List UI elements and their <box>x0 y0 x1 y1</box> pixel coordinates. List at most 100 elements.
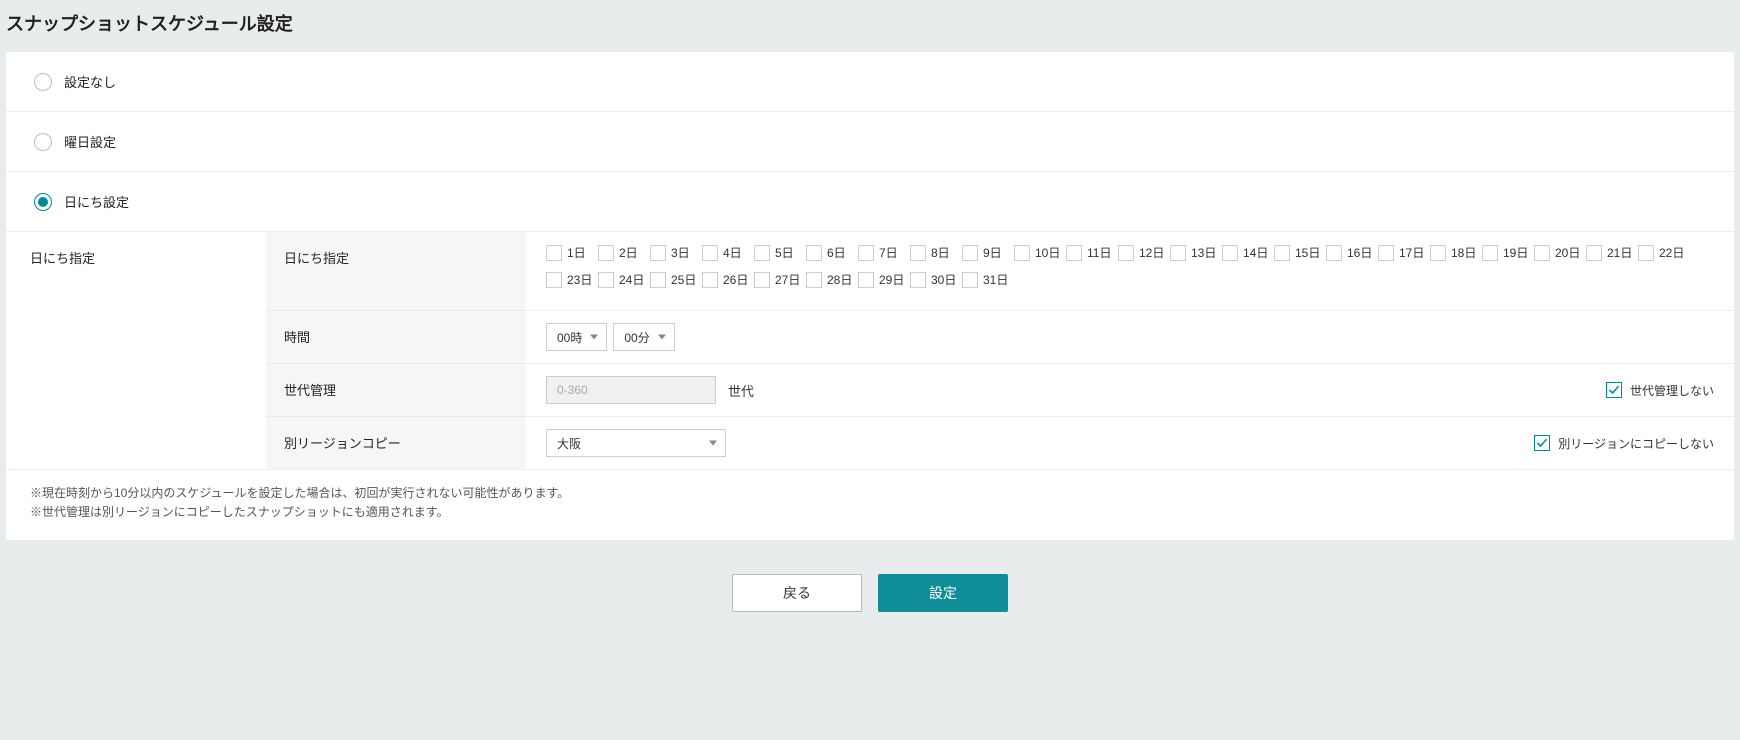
region-select[interactable]: 大阪 <box>546 429 726 457</box>
radio-option-date[interactable]: 日にち設定 <box>6 172 1734 232</box>
day-checkbox-6[interactable]: 6日 <box>806 244 858 261</box>
radio-option-none[interactable]: 設定なし <box>6 52 1734 112</box>
day-checkbox-17[interactable]: 17日 <box>1378 244 1430 261</box>
day-checkbox-18[interactable]: 18日 <box>1430 244 1482 261</box>
checkbox-icon[interactable] <box>650 245 666 261</box>
day-label: 7日 <box>879 244 898 261</box>
day-checkbox-5[interactable]: 5日 <box>754 244 806 261</box>
day-checkbox-15[interactable]: 15日 <box>1274 244 1326 261</box>
row-days: 日にち指定 1日2日3日4日5日6日7日8日9日10日11日12日13日14日1… <box>266 232 1734 311</box>
day-checkbox-3[interactable]: 3日 <box>650 244 702 261</box>
checkbox-icon[interactable] <box>598 272 614 288</box>
checkbox-label: 別リージョンにコピーしない <box>1558 435 1714 452</box>
checkbox-icon[interactable] <box>1274 245 1290 261</box>
day-checkbox-24[interactable]: 24日 <box>598 271 650 288</box>
no-region-copy-checkbox[interactable]: 別リージョンにコピーしない <box>1534 435 1714 452</box>
day-checkbox-30[interactable]: 30日 <box>910 271 962 288</box>
checkbox-icon[interactable] <box>1326 245 1342 261</box>
checkbox-icon[interactable] <box>1170 245 1186 261</box>
day-checkbox-26[interactable]: 26日 <box>702 271 754 288</box>
checkbox-icon[interactable] <box>1014 245 1030 261</box>
check-icon[interactable] <box>1606 382 1622 398</box>
radio-label: 設定なし <box>64 72 116 91</box>
submit-button[interactable]: 設定 <box>878 574 1008 612</box>
day-checkbox-2[interactable]: 2日 <box>598 244 650 261</box>
radio-label: 曜日設定 <box>64 132 116 151</box>
day-label: 24日 <box>619 271 644 288</box>
day-checkbox-10[interactable]: 10日 <box>1014 244 1066 261</box>
day-checkbox-27[interactable]: 27日 <box>754 271 806 288</box>
checkbox-icon[interactable] <box>702 272 718 288</box>
checkbox-icon[interactable] <box>1534 245 1550 261</box>
checkbox-icon[interactable] <box>1430 245 1446 261</box>
day-checkbox-20[interactable]: 20日 <box>1534 244 1586 261</box>
day-checkbox-4[interactable]: 4日 <box>702 244 754 261</box>
day-checkbox-1[interactable]: 1日 <box>546 244 598 261</box>
day-label: 31日 <box>983 271 1008 288</box>
day-checkbox-23[interactable]: 23日 <box>546 271 598 288</box>
checkbox-icon[interactable] <box>858 272 874 288</box>
day-checkbox-8[interactable]: 8日 <box>910 244 962 261</box>
no-generation-checkbox[interactable]: 世代管理しない <box>1606 382 1714 399</box>
checkbox-icon[interactable] <box>806 272 822 288</box>
day-checkbox-25[interactable]: 25日 <box>650 271 702 288</box>
checkbox-icon[interactable] <box>1222 245 1238 261</box>
day-label: 9日 <box>983 244 1002 261</box>
row-label: 別リージョンコピー <box>266 417 526 469</box>
day-checkbox-22[interactable]: 22日 <box>1638 244 1690 261</box>
day-checkbox-29[interactable]: 29日 <box>858 271 910 288</box>
checkbox-icon[interactable] <box>1118 245 1134 261</box>
day-checkbox-19[interactable]: 19日 <box>1482 244 1534 261</box>
day-checkbox-11[interactable]: 11日 <box>1066 244 1118 261</box>
checkbox-icon[interactable] <box>1638 245 1654 261</box>
days-grid: 1日2日3日4日5日6日7日8日9日10日11日12日13日14日15日16日1… <box>546 244 1714 298</box>
generations-input[interactable] <box>546 376 716 404</box>
day-label: 5日 <box>775 244 794 261</box>
settings-card: 設定なし 曜日設定 日にち設定 日にち指定 日にち指定 1日2日3日4日5日6日… <box>6 52 1734 540</box>
day-label: 6日 <box>827 244 846 261</box>
checkbox-icon[interactable] <box>1482 245 1498 261</box>
section-label: 日にち指定 <box>6 232 266 469</box>
day-checkbox-7[interactable]: 7日 <box>858 244 910 261</box>
radio-option-weekday[interactable]: 曜日設定 <box>6 112 1734 172</box>
day-label: 21日 <box>1607 244 1632 261</box>
checkbox-icon[interactable] <box>858 245 874 261</box>
check-icon[interactable] <box>1534 435 1550 451</box>
radio-icon[interactable] <box>34 133 52 151</box>
checkbox-icon[interactable] <box>546 272 562 288</box>
day-checkbox-31[interactable]: 31日 <box>962 271 1014 288</box>
row-generations: 世代管理 世代 世代管理しない <box>266 364 1734 417</box>
checkbox-icon[interactable] <box>806 245 822 261</box>
date-settings-section: 日にち指定 日にち指定 1日2日3日4日5日6日7日8日9日10日11日12日1… <box>6 232 1734 470</box>
day-label: 28日 <box>827 271 852 288</box>
day-checkbox-14[interactable]: 14日 <box>1222 244 1274 261</box>
checkbox-icon[interactable] <box>962 245 978 261</box>
radio-label: 日にち設定 <box>64 192 129 211</box>
checkbox-icon[interactable] <box>546 245 562 261</box>
day-label: 20日 <box>1555 244 1580 261</box>
hour-select[interactable]: 00時 <box>546 323 607 351</box>
day-checkbox-9[interactable]: 9日 <box>962 244 1014 261</box>
checkbox-icon[interactable] <box>910 245 926 261</box>
checkbox-icon[interactable] <box>754 245 770 261</box>
day-checkbox-28[interactable]: 28日 <box>806 271 858 288</box>
checkbox-icon[interactable] <box>598 245 614 261</box>
minute-select[interactable]: 00分 <box>613 323 674 351</box>
day-checkbox-21[interactable]: 21日 <box>1586 244 1638 261</box>
day-checkbox-12[interactable]: 12日 <box>1118 244 1170 261</box>
day-checkbox-13[interactable]: 13日 <box>1170 244 1222 261</box>
day-label: 2日 <box>619 244 638 261</box>
radio-icon[interactable] <box>34 193 52 211</box>
checkbox-icon[interactable] <box>702 245 718 261</box>
day-label: 3日 <box>671 244 690 261</box>
back-button[interactable]: 戻る <box>732 574 862 612</box>
checkbox-icon[interactable] <box>650 272 666 288</box>
day-checkbox-16[interactable]: 16日 <box>1326 244 1378 261</box>
checkbox-icon[interactable] <box>962 272 978 288</box>
radio-icon[interactable] <box>34 73 52 91</box>
checkbox-icon[interactable] <box>1586 245 1602 261</box>
checkbox-icon[interactable] <box>910 272 926 288</box>
checkbox-icon[interactable] <box>1066 245 1082 261</box>
checkbox-icon[interactable] <box>1378 245 1394 261</box>
checkbox-icon[interactable] <box>754 272 770 288</box>
